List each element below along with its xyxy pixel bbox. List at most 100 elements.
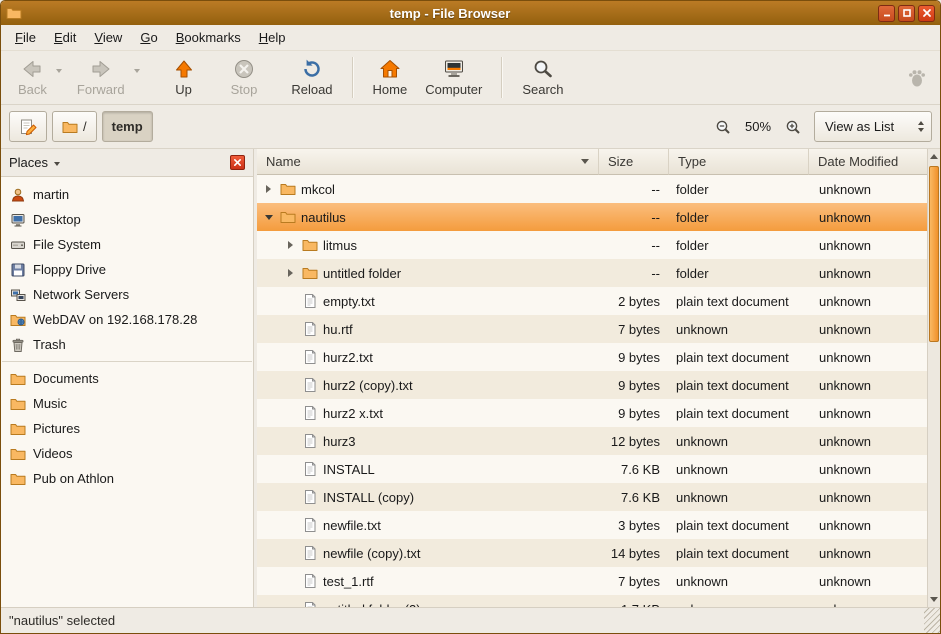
sidebar-item-pictures[interactable]: Pictures <box>1 416 253 441</box>
file-icon <box>302 489 318 505</box>
expander-icon[interactable] <box>284 267 297 280</box>
sidebar-item-pub[interactable]: Pub on Athlon <box>1 466 253 491</box>
view-mode-select[interactable]: View as List <box>814 111 932 142</box>
file-row[interactable]: hurz2 (copy).txt 9 bytes plain text docu… <box>257 371 927 399</box>
expander-spacer <box>284 575 297 588</box>
menu-bookmarks[interactable]: Bookmarks <box>167 26 250 49</box>
column-header-type[interactable]: Type <box>669 149 809 175</box>
sidebar-item-home[interactable]: martin <box>1 182 253 207</box>
sidebar-item-webdav[interactable]: WebDAV on 192.168.178.28 <box>1 307 253 332</box>
scroll-up-button[interactable] <box>928 149 940 164</box>
file-icon <box>302 405 318 421</box>
back-button[interactable]: Back <box>9 55 56 100</box>
sidebar-item-filesystem[interactable]: File System <box>1 232 253 257</box>
places-title[interactable]: Places <box>9 155 48 170</box>
expander-icon[interactable] <box>284 239 297 252</box>
scrollbar-trough[interactable] <box>928 164 940 592</box>
expander-icon[interactable] <box>262 183 275 196</box>
file-browser-window: temp - File Browser File Edit View Go Bo… <box>0 0 941 634</box>
minimize-button[interactable] <box>878 5 895 22</box>
up-button[interactable]: Up <box>162 55 206 100</box>
chevron-down-icon[interactable] <box>54 162 60 166</box>
places-list: martin Desktop File System Floppy Drive … <box>1 177 253 491</box>
file-row[interactable]: newfile.txt 3 bytes plain text document … <box>257 511 927 539</box>
name-cell: test_1.rtf <box>257 567 599 595</box>
folder-icon <box>10 446 26 462</box>
sidebar-item-videos[interactable]: Videos <box>1 441 253 466</box>
zoom-controls: 50% <box>711 115 805 139</box>
list-header: Name Size Type Date Modified <box>257 149 927 175</box>
search-button[interactable]: Search <box>513 55 572 100</box>
titlebar[interactable]: temp - File Browser <box>1 1 940 25</box>
file-icon <box>302 545 318 561</box>
stop-icon <box>233 58 255 80</box>
sidebar-item-documents[interactable]: Documents <box>1 366 253 391</box>
menu-help[interactable]: Help <box>250 26 295 49</box>
reload-button[interactable]: Reload <box>282 55 341 100</box>
resize-grip[interactable] <box>924 608 940 633</box>
sidebar-item-network[interactable]: Network Servers <box>1 282 253 307</box>
expander-spacer <box>284 407 297 420</box>
sidebar-item-trash[interactable]: Trash <box>1 332 253 357</box>
home-button[interactable]: Home <box>364 55 417 100</box>
size-cell: 7.6 KB <box>599 483 669 511</box>
zoom-out-button[interactable] <box>711 115 735 139</box>
path-root-button[interactable]: / <box>52 111 97 142</box>
sidebar-item-music[interactable]: Music <box>1 391 253 416</box>
computer-button[interactable]: Computer <box>416 55 491 100</box>
name-cell: hurz2.txt <box>257 343 599 371</box>
sidebar-item-floppy[interactable]: Floppy Drive <box>1 257 253 282</box>
floppy-icon <box>10 262 26 278</box>
file-name: nautilus <box>301 210 346 225</box>
zoom-level: 50% <box>742 119 774 134</box>
expander-spacer <box>284 491 297 504</box>
zoom-in-button[interactable] <box>781 115 805 139</box>
file-row[interactable]: empty.txt 2 bytes plain text document un… <box>257 287 927 315</box>
file-row[interactable]: hurz2 x.txt 9 bytes plain text document … <box>257 399 927 427</box>
forward-button[interactable]: Forward <box>68 55 134 100</box>
forward-history-dropdown[interactable] <box>134 51 146 73</box>
sidebar-item-desktop[interactable]: Desktop <box>1 207 253 232</box>
close-button[interactable] <box>918 5 935 22</box>
file-row[interactable]: hurz3 12 bytes unknown unknown <box>257 427 927 455</box>
menu-edit[interactable]: Edit <box>45 26 85 49</box>
column-header-date[interactable]: Date Modified <box>809 149 927 175</box>
file-row[interactable]: hu.rtf 7 bytes unknown unknown <box>257 315 927 343</box>
vertical-scrollbar[interactable] <box>927 149 940 607</box>
file-row-selected[interactable]: nautilus -- folder unknown <box>257 203 927 231</box>
file-row[interactable]: litmus -- folder unknown <box>257 231 927 259</box>
file-row[interactable]: untitled folder -- folder unknown <box>257 259 927 287</box>
edit-location-button[interactable] <box>9 111 47 142</box>
file-name: hurz2.txt <box>323 350 373 365</box>
file-row[interactable]: hurz2.txt 9 bytes plain text document un… <box>257 343 927 371</box>
scrollbar-thumb[interactable] <box>929 166 939 342</box>
menu-file[interactable]: File <box>6 26 45 49</box>
window-controls <box>878 5 935 22</box>
path-current-button[interactable]: temp <box>102 111 153 142</box>
stop-button[interactable]: Stop <box>222 55 267 100</box>
maximize-button[interactable] <box>898 5 915 22</box>
expander-icon[interactable] <box>262 211 275 224</box>
file-name: empty.txt <box>323 294 375 309</box>
date-cell: unknown <box>809 343 927 371</box>
close-sidebar-button[interactable] <box>230 155 245 170</box>
file-icon <box>302 377 318 393</box>
menu-go[interactable]: Go <box>131 26 166 49</box>
window-icon[interactable] <box>6 5 22 21</box>
date-cell: unknown <box>809 483 927 511</box>
scroll-down-button[interactable] <box>928 592 940 607</box>
file-row[interactable]: INSTALL (copy) 7.6 KB unknown unknown <box>257 483 927 511</box>
type-cell: plain text document <box>669 287 809 315</box>
size-cell: 1.7 KB <box>599 595 669 607</box>
search-icon <box>532 58 554 80</box>
file-row[interactable]: INSTALL 7.6 KB unknown unknown <box>257 455 927 483</box>
name-cell: hu.rtf <box>257 315 599 343</box>
column-header-name[interactable]: Name <box>257 149 599 175</box>
file-row[interactable]: newfile (copy).txt 14 bytes plain text d… <box>257 539 927 567</box>
column-header-size[interactable]: Size <box>599 149 669 175</box>
file-row[interactable]: test_1.rtf 7 bytes unknown unknown <box>257 567 927 595</box>
back-history-dropdown[interactable] <box>56 51 68 73</box>
menu-view[interactable]: View <box>85 26 131 49</box>
file-row[interactable]: untitled folder (2) 1.7 KB unknown unkno… <box>257 595 927 607</box>
file-row[interactable]: mkcol -- folder unknown <box>257 175 927 203</box>
